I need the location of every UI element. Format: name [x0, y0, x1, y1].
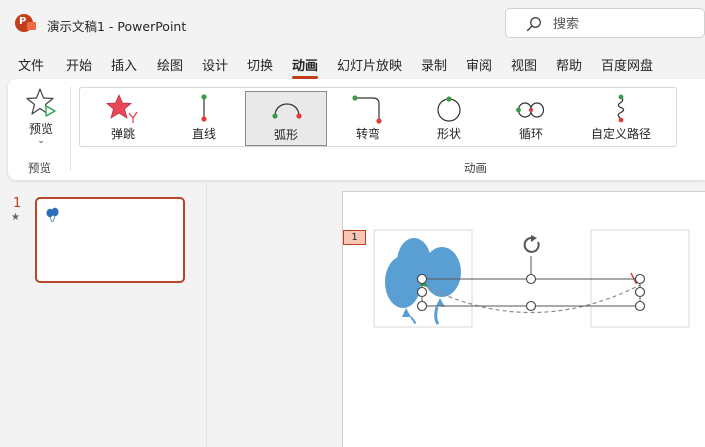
gallery-label: 自定义路径: [590, 127, 651, 141]
animation-order-tag[interactable]: 1: [343, 230, 366, 245]
tab-view[interactable]: 视图: [511, 55, 537, 74]
animation-marker-icon: ★: [11, 212, 20, 223]
search-icon: [526, 17, 541, 32]
gallery-label: 弹跳: [110, 127, 135, 141]
title-bar: P 演示文稿1 - PowerPoint: [0, 0, 705, 46]
gallery-item-bounce[interactable]: 弹跳: [82, 91, 164, 146]
gallery-item-line[interactable]: 直线: [163, 91, 245, 146]
tab-design[interactable]: 设计: [202, 55, 228, 74]
slide-canvas[interactable]: [342, 191, 705, 447]
turn-path-icon: [352, 95, 382, 124]
chevron-down-icon[interactable]: ⌄: [16, 136, 66, 146]
tab-help[interactable]: 帮助: [556, 55, 582, 74]
tab-slideshow[interactable]: 幻灯片放映: [337, 55, 402, 74]
slide-editor: [208, 183, 705, 447]
arc-path-icon: [272, 103, 302, 119]
tab-insert[interactable]: 插入: [111, 55, 137, 74]
loop-path-icon: [516, 102, 545, 118]
slide-thumbnail-pane: 1 ★: [0, 183, 207, 447]
tab-file[interactable]: 文件: [18, 55, 44, 74]
line-path-icon: [201, 94, 207, 122]
preview-button[interactable]: 预览 ⌄: [16, 86, 66, 150]
gallery-label: 形状: [436, 127, 461, 141]
gallery-item-arc[interactable]: 弧形: [245, 91, 327, 146]
tab-transitions[interactable]: 切换: [247, 55, 273, 74]
tab-draw[interactable]: 绘图: [157, 55, 183, 74]
preview-star-icon: [26, 88, 56, 117]
animation-gallery: 弹跳 直线 弧形 转弯 形状 循环 自定义路径: [79, 87, 677, 147]
ribbon-divider: [70, 87, 71, 171]
group-label-preview: 预览: [28, 161, 51, 175]
tab-home[interactable]: 开始: [66, 55, 92, 74]
powerpoint-logo-icon: P: [15, 14, 36, 32]
gallery-item-loop[interactable]: 循环: [490, 91, 572, 146]
gallery-label: 直线: [191, 127, 216, 141]
gallery-item-shape[interactable]: 形状: [408, 91, 490, 146]
preview-label: 预览: [28, 122, 53, 136]
slide-thumbnail[interactable]: [35, 197, 185, 283]
search-box[interactable]: [505, 8, 705, 38]
search-input[interactable]: [553, 15, 693, 33]
tab-record[interactable]: 录制: [421, 55, 447, 74]
gallery-label: 转弯: [355, 127, 380, 141]
tab-review[interactable]: 审阅: [466, 55, 492, 74]
gallery-label: 循环: [518, 127, 543, 141]
ribbon-tabs: 文件 开始 插入 绘图 设计 切换 动画 幻灯片放映 录制 审阅 视图 帮助 百…: [0, 48, 705, 79]
document-title: 演示文稿1 - PowerPoint: [47, 19, 187, 34]
gallery-item-turn[interactable]: 转弯: [327, 91, 409, 146]
gallery-item-custom-path[interactable]: 自定义路径: [571, 91, 671, 146]
gallery-label: 弧形: [273, 128, 298, 142]
tab-animations[interactable]: 动画: [292, 55, 319, 79]
ribbon-panel: 预览 ⌄ 预览 弹跳 直线 弧形 转弯 形状 循环 自定义路径 动画: [8, 79, 705, 180]
bounce-star-icon: [105, 94, 138, 123]
group-label-animation: 动画: [464, 161, 487, 175]
slide-number: 1: [13, 196, 22, 211]
shape-path-icon: [437, 96, 461, 122]
balloon-thumbnail-icon: [46, 207, 59, 223]
custom-path-icon: [617, 94, 625, 123]
tab-baidu-netdisk[interactable]: 百度网盘: [601, 55, 653, 74]
